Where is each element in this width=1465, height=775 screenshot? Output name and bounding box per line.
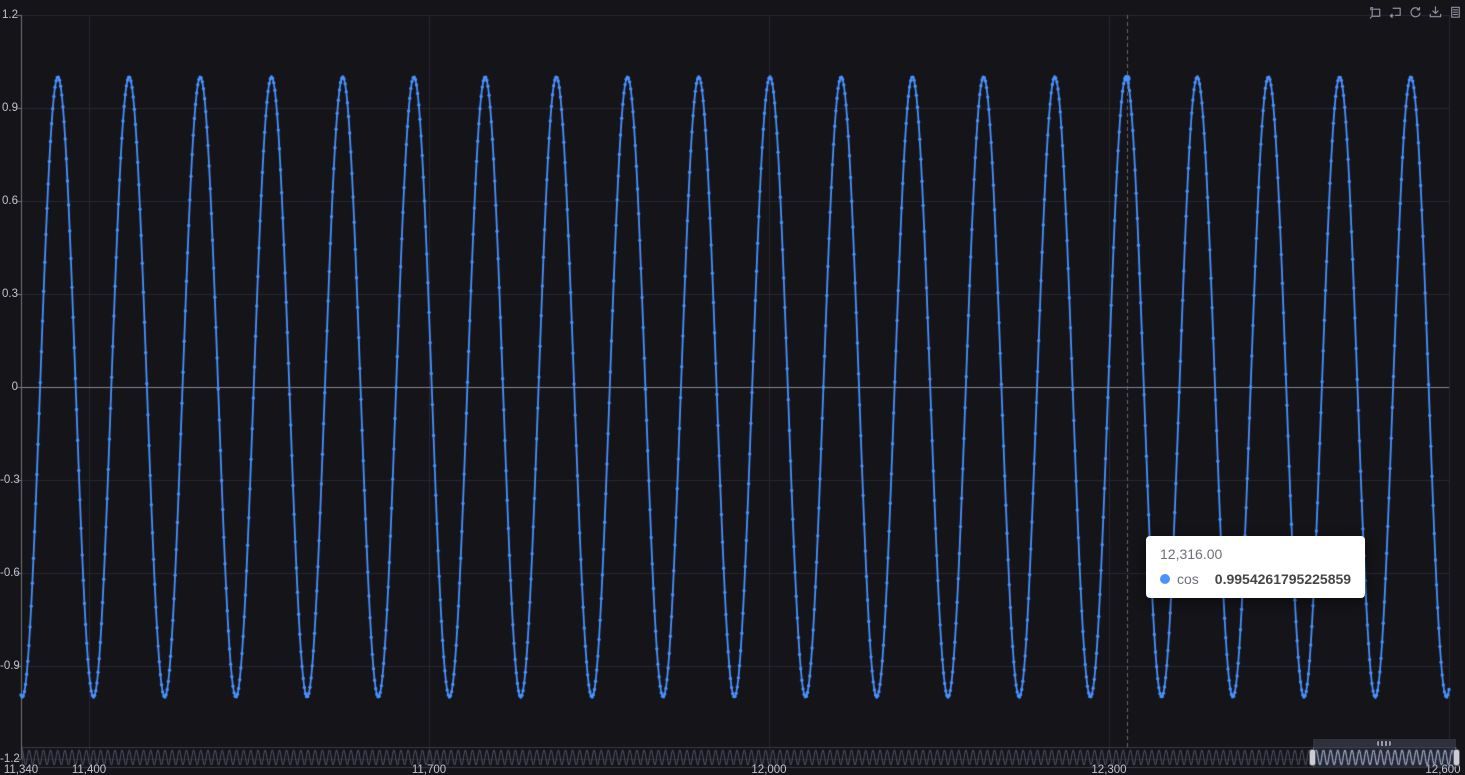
y-axis-label: 0.9 <box>2 102 18 114</box>
y-axis-label: 0.3 <box>2 288 18 300</box>
line-chart-canvas[interactable] <box>0 0 1465 775</box>
y-axis-label: -0.3 <box>0 474 20 486</box>
restore-icon[interactable] <box>1407 4 1423 20</box>
x-axis-label: 12,000 <box>751 764 787 775</box>
datazoom-window[interactable] <box>1312 747 1456 767</box>
x-axis-label: 11,400 <box>71 764 107 775</box>
datazoom-move-handle[interactable] <box>1312 739 1456 747</box>
tooltip-series-name: cos <box>1177 571 1199 588</box>
x-axis-label: 12,300 <box>1091 764 1127 775</box>
zoom-reset-icon[interactable] <box>1387 4 1403 20</box>
chart-app: 1.2 0.9 0.6 0.3 0 -0.3 -0.6 -0.9 -1.2 11,340 11,4… <box>0 0 1465 775</box>
y-axis-label: -0.6 <box>0 567 20 579</box>
y-axis-label: -0.9 <box>0 660 20 672</box>
tooltip: 12,316.00 cos 0.9954261795225859 <box>1146 536 1366 599</box>
x-axis-label: 11,700 <box>411 764 447 775</box>
data-view-icon[interactable] <box>1447 4 1463 20</box>
save-image-icon[interactable] <box>1427 4 1443 20</box>
datazoom-left-handle[interactable] <box>1309 749 1317 766</box>
y-axis-label: 0.6 <box>2 195 18 207</box>
toolbox <box>1367 4 1463 20</box>
series-marker-icon <box>1160 574 1170 585</box>
tooltip-series-value: 0.9954261795225859 <box>1214 571 1352 588</box>
grip-icon <box>1377 740 1392 746</box>
tooltip-x-value: 12,316.00 <box>1160 546 1223 562</box>
zoom-select-icon[interactable] <box>1367 4 1383 20</box>
y-axis-label: 1.2 <box>2 9 18 21</box>
y-axis-label: 0 <box>11 381 18 393</box>
datazoom-right-handle[interactable] <box>1452 749 1460 766</box>
x-axis-label: 11,340 <box>3 764 39 775</box>
tooltip-series-row: cos 0.9954261795225859 <box>1160 570 1351 588</box>
